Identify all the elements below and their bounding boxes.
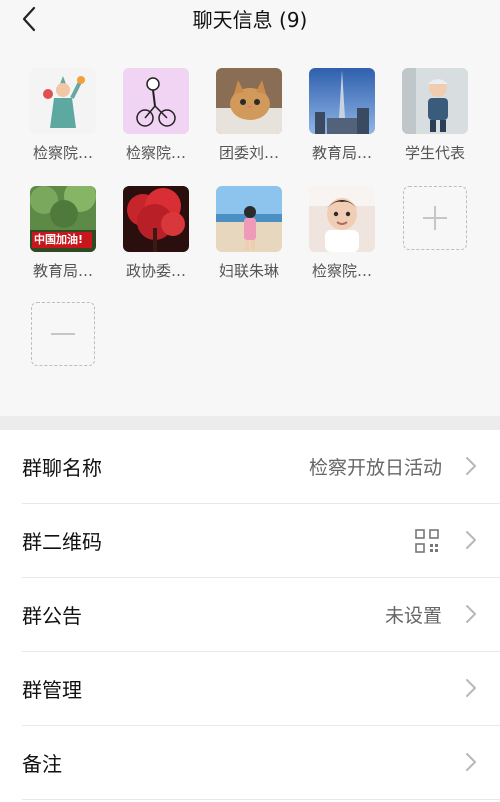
member-name: 团委刘… — [218, 144, 279, 162]
avatar-badge-text: 中国加油! — [34, 233, 84, 246]
announcement-row[interactable]: 群公告 未设置 — [0, 578, 500, 652]
section-divider — [0, 416, 500, 430]
member-name: 妇联朱琳 — [218, 262, 279, 280]
chevron-right-icon — [466, 753, 476, 771]
red-tree-avatar — [123, 186, 189, 252]
member-item[interactable]: 妇联朱琳 — [203, 186, 295, 281]
statue-of-liberty-avatar — [30, 68, 96, 134]
china-cheer-avatar: 中国加油! — [30, 186, 96, 252]
member-item[interactable]: 政协委… — [110, 186, 202, 281]
add-member-button[interactable] — [389, 186, 481, 250]
remove-member-button[interactable] — [17, 302, 109, 366]
row-divider — [22, 799, 500, 800]
toddler-photo-avatar — [402, 68, 468, 134]
plus-icon — [422, 205, 447, 230]
page-title: 聊天信息 (9) — [192, 8, 308, 32]
announcement-label: 群公告 — [22, 604, 82, 628]
qr-code-label: 群二维码 — [22, 530, 102, 554]
settings-list: 群聊名称 检察开放日活动 群二维码 群公告 未设置 群管理 备注 — [0, 430, 500, 802]
member-name: 教育局… — [32, 262, 93, 280]
member-name: 检察院… — [125, 144, 186, 162]
chevron-right-icon — [466, 457, 476, 475]
group-manage-label: 群管理 — [22, 678, 82, 702]
member-name: 检察院… — [311, 262, 372, 280]
chevron-right-icon — [466, 605, 476, 623]
remark-label: 备注 — [22, 752, 62, 776]
remove-member-box[interactable] — [31, 302, 95, 366]
member-item[interactable]: 中国加油! 教育局… — [17, 186, 109, 281]
beach-person-avatar — [216, 186, 282, 252]
group-name-label: 群聊名称 — [22, 456, 102, 480]
skyscraper-avatar — [309, 68, 375, 134]
group-name-row[interactable]: 群聊名称 检察开放日活动 — [0, 430, 500, 504]
group-name-value: 检察开放日活动 — [308, 457, 442, 479]
qr-code-icon — [415, 529, 439, 553]
qr-code-row[interactable]: 群二维码 — [0, 504, 500, 578]
cat-avatar — [216, 68, 282, 134]
baby-photo-avatar — [309, 186, 375, 252]
minus-icon — [50, 332, 75, 335]
member-name: 检察院… — [32, 144, 93, 162]
announcement-value: 未设置 — [384, 605, 442, 627]
member-item[interactable]: 团委刘… — [203, 68, 295, 163]
member-name: 教育局… — [311, 144, 372, 162]
header: 聊天信息 (9) — [0, 0, 500, 40]
member-grid: 检察院… 检察院… 团委刘… 教育局… 学生代表 中国加油! 教育局… 政协委…… — [0, 40, 500, 416]
member-item[interactable]: 学生代表 — [389, 68, 481, 163]
member-name: 政协委… — [125, 262, 186, 280]
member-item[interactable]: 检察院… — [296, 186, 388, 281]
remark-row[interactable]: 备注 — [0, 726, 500, 800]
member-item[interactable]: 教育局… — [296, 68, 388, 163]
chevron-right-icon — [466, 531, 476, 549]
member-item[interactable]: 检察院… — [17, 68, 109, 163]
member-item[interactable]: 检察院… — [110, 68, 202, 163]
member-name: 学生代表 — [404, 144, 465, 162]
add-member-box[interactable] — [403, 186, 467, 250]
chevron-right-icon — [466, 679, 476, 697]
cyclist-sketch-avatar — [123, 68, 189, 134]
group-manage-row[interactable]: 群管理 — [0, 652, 500, 726]
